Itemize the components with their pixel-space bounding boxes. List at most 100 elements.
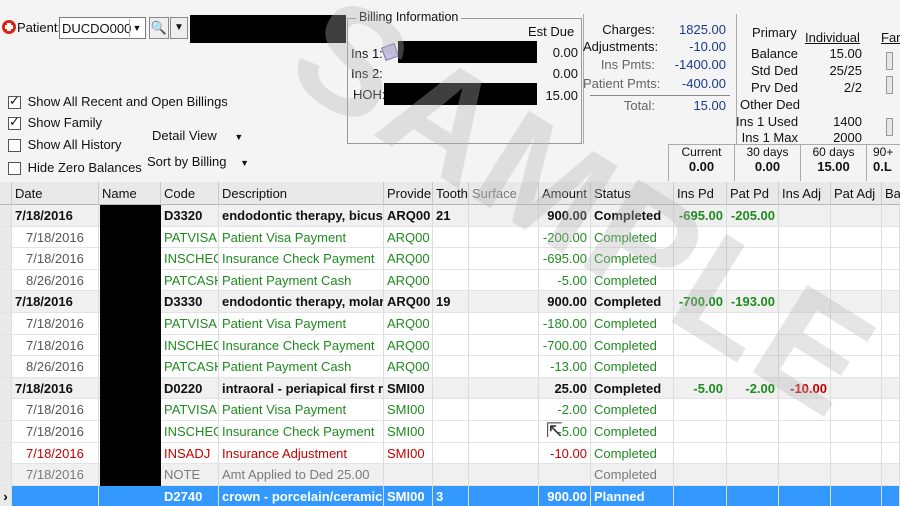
column-header-date[interactable]: Date [12, 182, 99, 205]
date-cell: 7/18/2016 [12, 334, 99, 356]
checkbox-label: Hide Zero Balances [27, 160, 142, 175]
row-selector[interactable] [0, 399, 12, 421]
column-header-surface[interactable]: Surface [469, 182, 539, 205]
ins-pd-cell [674, 485, 727, 506]
column-header-pat-adj[interactable]: Pat Adj [831, 182, 882, 205]
account-header: Patient: DUCDO000 ▼ 🔍 ▼ Show All Recent … [0, 0, 900, 182]
patient-menu-button[interactable]: ▼ [170, 17, 188, 39]
search-icon: 🔍 [150, 20, 168, 35]
chevron-down-icon[interactable]: ▼ [129, 19, 144, 37]
column-header-ins-adj[interactable]: Ins Adj [779, 182, 831, 205]
aging-90: 90+ 0.L [866, 145, 900, 181]
column-header-pat-pd[interactable]: Pat Pd [727, 182, 779, 205]
tooth-cell [433, 269, 469, 291]
surface-cell [469, 205, 539, 226]
status-cell: Completed [591, 334, 674, 356]
column-header-code[interactable]: Code [161, 182, 219, 205]
date-cell: 7/18/2016 [12, 421, 99, 442]
row-selector[interactable] [0, 291, 12, 313]
table-row[interactable]: › D2740 crown - porcelain/ceramic SMI00 3 900… [0, 485, 900, 506]
date-cell: 7/18/2016 [12, 313, 99, 334]
search-button[interactable]: 🔍 [149, 17, 169, 39]
balance-cell [882, 291, 900, 313]
row-selector[interactable] [0, 464, 12, 486]
tooth-cell [433, 248, 469, 270]
row-selector[interactable] [0, 269, 12, 291]
amount-cell: -700.00 [539, 334, 591, 356]
aging-30: 30 days 0.00 [734, 145, 800, 181]
primary-label: Primary [752, 25, 797, 40]
description-cell: endodontic therapy, bicus [219, 205, 384, 226]
column-header-description[interactable]: Description [219, 182, 384, 205]
status-cell: Planned [591, 485, 674, 506]
column-header-ins-pd[interactable]: Ins Pd [674, 182, 727, 205]
ins-pmts-label: Ins Pmts: [600, 57, 655, 72]
pat-pd-cell [727, 442, 779, 464]
provider-cell: ARQ00 [384, 269, 433, 291]
aging-label: 60 days [812, 145, 855, 159]
hide-zero-balances-checkbox[interactable]: Hide Zero Balances [8, 160, 142, 176]
checkbox-box[interactable] [8, 93, 21, 110]
show-family-checkbox[interactable]: Show Family [8, 114, 103, 131]
detail-view-dropdown[interactable]: Detail View ▼ [152, 128, 243, 143]
row-selector[interactable] [0, 442, 12, 464]
scroll-marker [886, 76, 893, 94]
column-header-row-marker [0, 182, 12, 205]
checkbox-box[interactable] [8, 162, 21, 176]
checkbox-label: Show All History [27, 137, 122, 152]
column-header-tooth[interactable]: Tooth [433, 182, 469, 205]
show-all-recent-checkbox[interactable]: Show All Recent and Open Billings [8, 93, 228, 110]
patient-code-value: DUCDO000 [62, 21, 132, 36]
balance-cell [882, 464, 900, 486]
row-selector[interactable]: › [0, 485, 12, 506]
patient-pmts-label: Patient Pmts: [583, 76, 661, 91]
adjustments-value: -10.00 [689, 39, 726, 54]
amount-cell: 900.00 [539, 205, 591, 226]
checkbox-label: Show Family [27, 115, 103, 130]
charges-label: Charges: [602, 22, 655, 37]
status-cell: Completed [591, 356, 674, 378]
column-header-provider[interactable]: Provider [384, 182, 433, 205]
totals-divider [590, 95, 730, 96]
pat-pd-cell [727, 313, 779, 334]
date-cell: 7/18/2016 [12, 226, 99, 248]
charges-value: 1825.00 [679, 22, 726, 37]
tooth-cell: 19 [433, 291, 469, 313]
row-selector[interactable] [0, 226, 12, 248]
status-cell: Completed [591, 377, 674, 399]
column-header-amount[interactable]: Amount [539, 182, 591, 205]
checkbox-box[interactable] [8, 114, 21, 131]
column-header-status[interactable]: Status [591, 182, 674, 205]
ins-pd-cell [674, 334, 727, 356]
row-selector[interactable] [0, 377, 12, 399]
column-header-balance[interactable]: Ba [882, 182, 900, 205]
row-selector[interactable] [0, 205, 12, 226]
pat-adj-cell [831, 421, 882, 442]
amount-cell: -5.00 [539, 269, 591, 291]
provider-cell: ARQ00 [384, 205, 433, 226]
individual-label: Individual [805, 30, 860, 45]
billing-grid[interactable]: Date Name Code Description Provider Toot… [0, 182, 900, 506]
surface-cell [469, 442, 539, 464]
checkbox-box[interactable] [8, 139, 21, 153]
row-selector[interactable] [0, 313, 12, 334]
patient-code-combo[interactable]: DUCDO000 ▼ [59, 17, 146, 39]
detail-view-value: Detail View [152, 128, 217, 143]
row-selector[interactable] [0, 248, 12, 270]
column-header-name[interactable]: Name [99, 182, 161, 205]
row-selector[interactable] [0, 334, 12, 356]
amount-cell: -13.00 [539, 356, 591, 378]
status-cell: Completed [591, 399, 674, 421]
status-cell: Completed [591, 291, 674, 313]
balance-cell [882, 356, 900, 378]
tooth-cell [433, 464, 469, 486]
est-due-label: Est Due [528, 24, 575, 39]
description-cell: Insurance Check Payment [219, 421, 384, 442]
sort-dropdown[interactable]: Sort by Billing ▼ [147, 154, 249, 169]
row-selector[interactable] [0, 356, 12, 378]
show-all-history-checkbox[interactable]: Show All History [8, 137, 122, 153]
aging-value: 15.00 [817, 159, 850, 174]
row-selector[interactable] [0, 421, 12, 442]
pat-pd-cell: -193.00 [727, 291, 779, 313]
ins-pd-cell [674, 421, 727, 442]
